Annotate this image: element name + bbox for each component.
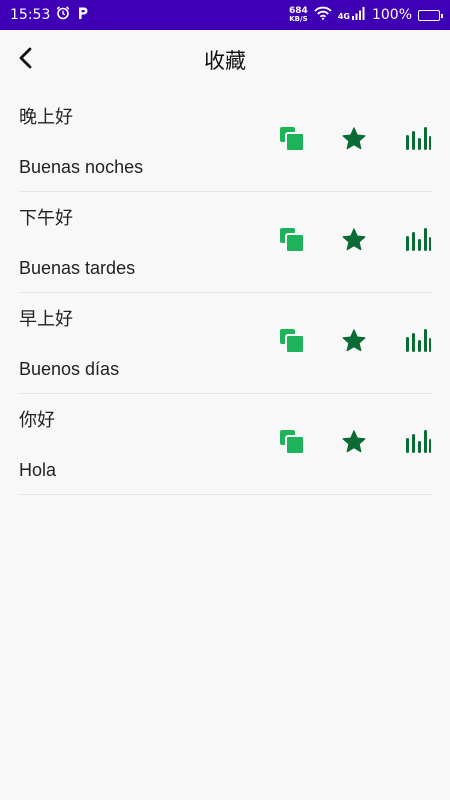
chinese-phrase: 早上好 [19, 309, 73, 330]
sound-bars-icon [405, 429, 431, 459]
chinese-phrase: 下午好 [19, 208, 73, 229]
list-item: 晚上好 Buenas noches [19, 91, 432, 192]
pronounce-button[interactable] [404, 430, 432, 458]
network-type: 4G [337, 12, 350, 21]
net-speed-unit: KB/S [289, 15, 308, 23]
pronounce-button[interactable] [404, 127, 432, 155]
copy-icon [279, 328, 305, 358]
favorite-star-button[interactable] [340, 430, 368, 458]
status-bar: 15:53 684 KB/S 4G 100% [0, 0, 450, 30]
list-item: 早上好 Buenos días [19, 293, 432, 394]
favorite-star-button[interactable] [340, 228, 368, 256]
spanish-translation: Hola [19, 460, 57, 480]
star-icon [341, 227, 367, 257]
sound-bars-icon [405, 227, 431, 257]
back-button[interactable] [12, 44, 40, 76]
row-actions [278, 228, 432, 256]
battery-percent: 100% [371, 7, 412, 23]
chinese-phrase: 晚上好 [19, 107, 73, 128]
spanish-translation: Buenos días [19, 359, 120, 379]
copy-button[interactable] [278, 430, 306, 458]
spanish-translation: Buenas tardes [19, 258, 136, 278]
copy-button[interactable] [278, 329, 306, 357]
star-icon [341, 328, 367, 358]
star-icon [341, 126, 367, 156]
status-time: 15:53 [10, 7, 51, 23]
pronounce-button[interactable] [404, 228, 432, 256]
parking-app-icon [76, 6, 90, 24]
row-actions [278, 127, 432, 155]
chinese-phrase: 你好 [19, 410, 55, 431]
back-arrow-icon [18, 47, 34, 73]
copy-icon [279, 429, 305, 459]
net-speed-value: 684 [289, 6, 308, 16]
sound-bars-icon [405, 126, 431, 156]
signal-icon [351, 6, 366, 24]
spanish-translation: Buenas noches [19, 157, 144, 177]
star-icon [341, 429, 367, 459]
wifi-icon [314, 6, 332, 24]
sound-bars-icon [405, 328, 431, 358]
copy-icon [279, 126, 305, 156]
favorites-list: 晚上好 Buenas noches 下午好 Buenas tardes 早上好 … [19, 91, 432, 495]
page-title: 收藏 [204, 49, 246, 73]
favorite-star-button[interactable] [340, 127, 368, 155]
alarm-icon [56, 6, 70, 24]
copy-button[interactable] [278, 127, 306, 155]
favorite-star-button[interactable] [340, 329, 368, 357]
row-actions [278, 430, 432, 458]
row-actions [278, 329, 432, 357]
list-item: 你好 Hola [19, 394, 432, 495]
copy-button[interactable] [278, 228, 306, 256]
battery-icon [418, 9, 443, 21]
pronounce-button[interactable] [404, 329, 432, 357]
net-speed: 684 KB/S [289, 6, 308, 24]
list-item: 下午好 Buenas tardes [19, 192, 432, 293]
copy-icon [279, 227, 305, 257]
app-bar: 收藏 [0, 30, 450, 90]
